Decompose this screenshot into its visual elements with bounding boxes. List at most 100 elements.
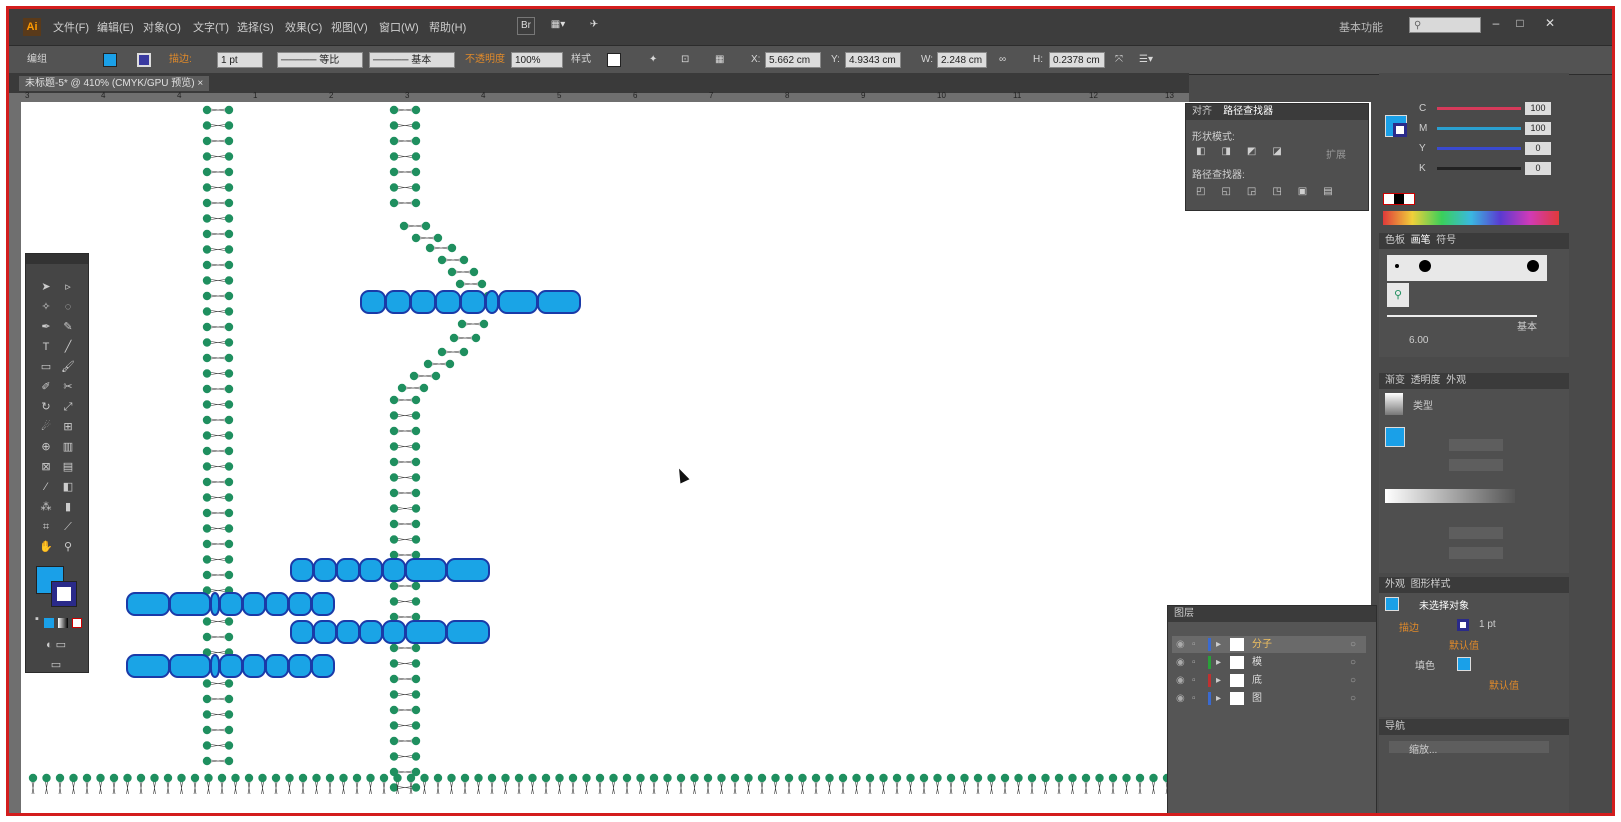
warp-tool-icon[interactable]: ☄ [36,418,56,436]
stroke-color-swatch[interactable] [51,581,77,607]
tab-swatches[interactable]: 色板 [1385,235,1405,246]
gradient-mode-icon[interactable] [58,618,68,628]
tab-gradient[interactable]: 渐变 [1385,375,1405,386]
menu-type[interactable]: 文字(T) [193,19,229,35]
expand-arrow-icon[interactable]: ▸ [1216,690,1221,707]
workspace-switcher[interactable]: 基本功能 [1339,19,1383,35]
brush-tool-icon[interactable]: ✐ [36,378,56,396]
stroke-swatch-icon[interactable] [137,53,151,67]
vertical-ruler[interactable] [9,102,21,813]
line-tool-icon[interactable]: ╱ [58,338,78,356]
color-channel-slider[interactable] [1437,127,1521,130]
tools-panel-header[interactable] [26,254,88,264]
color-channel-value[interactable]: 0 [1525,142,1551,155]
none-mode-icon[interactable] [72,618,82,628]
gradient-slider[interactable] [1385,489,1515,503]
layers-panel-header[interactable]: 图层 [1168,606,1376,622]
pathfinder-buttons[interactable]: ◰◱◲◳▣▤ [1196,186,1349,197]
menu-file[interactable]: 文件(F) [53,19,89,35]
visibility-eye-icon[interactable]: ◉ [1176,654,1185,671]
horizontal-ruler[interactable]: 3 4 4 1 2 3 4 5 6 7 8 9 10 11 12 13 [9,91,1189,102]
navigator-zoom-field[interactable]: 缩放... [1389,741,1549,756]
close-button[interactable]: ✕ [1541,16,1559,32]
lock-icon[interactable]: ▫ [1192,654,1196,671]
layer-name[interactable]: 图 [1252,690,1262,707]
scale-tool-icon[interactable]: ⤢ [58,398,78,416]
color-spectrum[interactable] [1383,211,1559,225]
menu-effect[interactable]: 效果(C) [285,19,322,35]
gpu-performance-icon[interactable]: ✈ [585,17,603,35]
lock-icon[interactable]: ▫ [1192,672,1196,689]
expand-arrow-icon[interactable]: ▸ [1216,636,1221,653]
fill-swatch-icon[interactable] [103,53,117,67]
gradient-angle-field[interactable] [1449,439,1503,451]
stroke-weight-field[interactable]: 1 pt [217,52,263,68]
target-circle-icon[interactable]: ○ [1350,690,1356,707]
color-channel-slider[interactable] [1437,167,1521,170]
artboard-tool-icon[interactable]: ⌗ [36,518,56,536]
column-graph-icon[interactable]: ▮ [58,498,78,516]
shape-mode-buttons[interactable]: ◧◨◩◪ [1196,146,1298,157]
layer-row[interactable]: ◉ ▫ ▸ 模 ○ [1172,654,1366,671]
mesh-tool-icon[interactable]: ⊠ [36,458,56,476]
search-input[interactable]: ⚲ [1409,17,1481,33]
brush-dot-small-icon[interactable] [1395,264,1399,268]
arrange-documents-button[interactable]: ▦▾ [545,17,571,35]
lock-icon[interactable]: ▫ [1192,690,1196,707]
menu-view[interactable]: 视图(V) [331,19,368,35]
eraser-tool-icon[interactable]: ✂ [58,378,78,396]
draw-mode-icon[interactable]: ◐ ▭ [36,636,76,654]
tab-pathfinder[interactable]: 路径查找器 [1223,106,1273,117]
expand-button[interactable]: 扩展 [1326,146,1346,161]
document-tab[interactable]: 未标题-5* @ 410% (CMYK/GPU 预览) × [19,76,210,91]
rectangle-tool-icon[interactable]: ▭ [36,358,56,376]
curvature-tool-icon[interactable]: ✎ [58,318,78,336]
tab-transparency[interactable]: 透明度 [1411,375,1441,386]
visibility-eye-icon[interactable]: ◉ [1176,636,1185,653]
layer-name[interactable]: 底 [1252,672,1262,689]
gradient-preview[interactable] [1385,393,1403,415]
recolor-icon[interactable]: ✦ [649,52,657,68]
pen-tool-icon[interactable]: ✒ [36,318,56,336]
hand-tool-icon[interactable]: ✋ [36,538,56,556]
basic-brush[interactable]: 基本 [1387,315,1537,333]
color-mode-icon[interactable] [44,618,54,628]
target-circle-icon[interactable]: ○ [1350,672,1356,689]
layer-name[interactable]: 分子 [1252,636,1272,653]
transform-grid-icon[interactable]: ▦ [715,52,724,68]
screen-mode-icon[interactable]: ▭ [46,656,66,674]
appearance-opacity-default[interactable]: 默认值 [1449,637,1479,652]
color-channel-slider[interactable] [1437,107,1521,110]
lock-icon[interactable]: ▫ [1192,636,1196,653]
opacity-field[interactable]: 100% [511,52,563,68]
paintbrush-tool-icon[interactable]: 🖌 [58,358,78,376]
bridge-button[interactable]: Br [517,17,535,35]
gradient-ratio-field[interactable] [1449,459,1503,471]
tab-symbols[interactable]: 符号 [1436,235,1456,246]
style-swatch-icon[interactable] [607,53,621,67]
gradient-location-field[interactable] [1449,547,1503,559]
color-channel-value[interactable]: 100 [1525,102,1551,115]
target-circle-icon[interactable]: ○ [1350,636,1356,653]
chart-tool-icon[interactable]: ▥ [58,438,78,456]
menu-select[interactable]: 选择(S) [237,19,274,35]
layer-row[interactable]: ◉ ▫ ▸ 分子 ○ [1172,636,1366,653]
x-field[interactable]: 5.662 cm [765,52,821,68]
opacity-label[interactable]: 不透明度 [465,52,505,68]
link-icon[interactable]: ∞ [999,52,1006,68]
navigator-panel-header[interactable]: 导航 [1379,719,1569,735]
gradient-tool-icon[interactable]: ▤ [58,458,78,476]
color-channel-slider[interactable] [1437,147,1521,150]
width-field[interactable]: 2.248 cm [937,52,987,68]
eyedropper-tool-icon[interactable]: ⁄ [36,478,56,496]
direct-selection-icon[interactable]: ▹ [58,278,78,296]
menu-object[interactable]: 对象(O) [143,19,181,35]
tab-appearance-2[interactable]: 外观 [1385,579,1405,590]
type-tool-icon[interactable]: T [36,338,56,356]
color-channel-value[interactable]: 100 [1525,122,1551,135]
close-tab-icon[interactable]: × [197,78,203,89]
transform-icon[interactable]: ⤧ [1115,52,1123,68]
layer-row[interactable]: ◉ ▫ ▸ 图 ○ [1172,690,1366,707]
tab-graphic-styles[interactable]: 图形样式 [1411,579,1451,590]
brush-dot-large-2-icon[interactable] [1527,260,1539,272]
